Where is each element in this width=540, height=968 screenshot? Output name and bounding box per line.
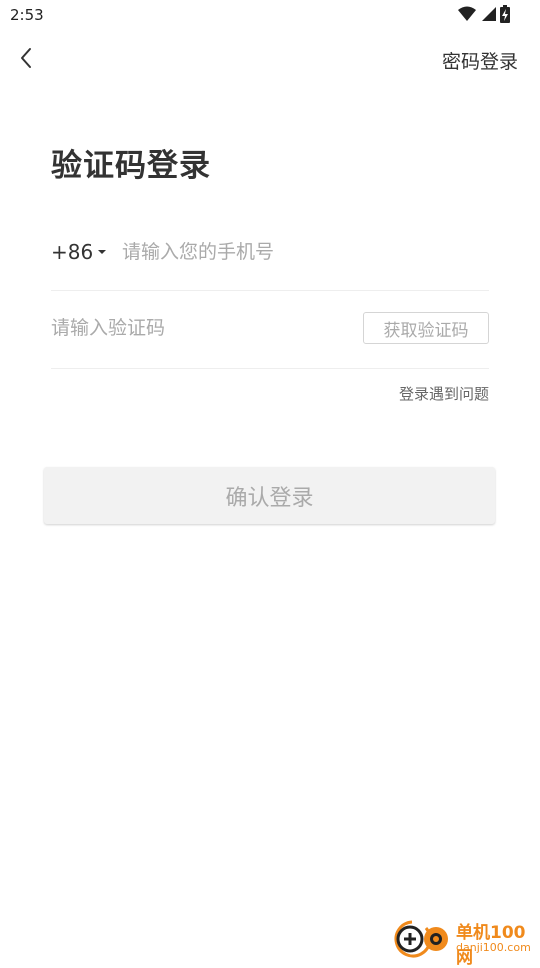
verification-code-input[interactable] bbox=[51, 312, 341, 344]
status-time: 2:53 bbox=[10, 6, 44, 24]
watermark-logo-icon bbox=[390, 918, 454, 964]
back-button[interactable] bbox=[10, 44, 42, 76]
country-code-selector[interactable]: +86 bbox=[51, 240, 107, 264]
country-code-label: +86 bbox=[51, 240, 94, 264]
password-login-link[interactable]: 密码登录 bbox=[442, 47, 518, 74]
wifi-icon bbox=[458, 6, 476, 26]
battery-icon bbox=[500, 5, 510, 27]
watermark: 单机100网 danji100.com bbox=[390, 916, 540, 968]
confirm-login-button[interactable]: 确认登录 bbox=[44, 467, 495, 524]
page-title: 验证码登录 bbox=[51, 148, 211, 184]
signal-icon bbox=[480, 6, 496, 26]
phone-input[interactable] bbox=[122, 236, 482, 268]
caret-down-icon bbox=[98, 250, 107, 254]
phone-row: +86 bbox=[51, 222, 489, 291]
code-row: 获取验证码 bbox=[51, 290, 489, 369]
status-icons bbox=[458, 5, 510, 27]
login-problem-link[interactable]: 登录遇到问题 bbox=[399, 383, 489, 404]
status-bar: 2:53 bbox=[0, 0, 540, 30]
chevron-left-icon bbox=[19, 47, 33, 73]
watermark-url: danji100.com bbox=[456, 941, 531, 954]
get-code-button[interactable]: 获取验证码 bbox=[363, 312, 489, 344]
header: 密码登录 bbox=[0, 38, 540, 82]
